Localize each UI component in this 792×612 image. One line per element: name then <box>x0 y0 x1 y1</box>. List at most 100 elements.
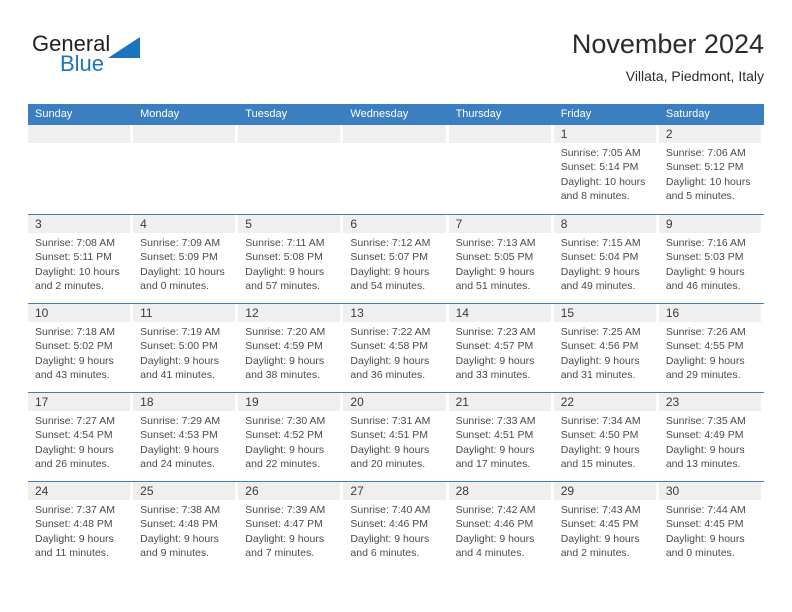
day-number-band: 30 <box>658 482 761 500</box>
day-cell-22[interactable]: 22 Sunrise: 7:34 AM Sunset: 4:50 PM Dayligh… <box>553 393 659 481</box>
day-info-line: and 20 minutes. <box>350 458 426 471</box>
day-sun-info: Sunrise: 7:09 AM Sunset: 5:09 PM Daylight:… <box>133 233 235 294</box>
day-info-line: and 43 minutes. <box>35 369 110 382</box>
day-number-band: 13 <box>343 304 446 322</box>
calendar-page: General Blue November 2024 Villata, Pied… <box>0 0 792 612</box>
day-cell-17[interactable]: 17 Sunrise: 7:27 AM Sunset: 4:54 PM Dayligh… <box>28 393 133 481</box>
day-cell-empty <box>28 125 133 214</box>
day-number-band: 19 <box>238 393 341 411</box>
day-cell-4[interactable]: 4 Sunrise: 7:09 AM Sunset: 5:09 PM Daylight… <box>133 215 238 303</box>
day-cell-30[interactable]: 30 Sunrise: 7:44 AM Sunset: 4:45 PM Dayligh… <box>658 482 764 570</box>
day-number: 27 <box>350 484 364 498</box>
day-sun-info: Sunrise: 7:05 AM Sunset: 5:14 PM Daylight:… <box>554 143 656 204</box>
day-cell-5[interactable]: 5 Sunrise: 7:11 AM Sunset: 5:08 PM Daylight… <box>238 215 343 303</box>
day-info-line: Sunrise: 7:37 AM <box>35 504 115 516</box>
day-cell-empty <box>448 125 554 214</box>
day-cell-7[interactable]: 7 Sunrise: 7:13 AM Sunset: 5:05 PM Daylight… <box>448 215 554 303</box>
day-info-line: Daylight: 10 hours <box>140 265 225 278</box>
day-cell-23[interactable]: 23 Sunrise: 7:35 AM Sunset: 4:49 PM Dayligh… <box>658 393 764 481</box>
day-number: 20 <box>350 395 364 409</box>
day-cell-19[interactable]: 19 Sunrise: 7:30 AM Sunset: 4:52 PM Dayligh… <box>238 393 343 481</box>
day-cell-14[interactable]: 14 Sunrise: 7:23 AM Sunset: 4:57 PM Dayligh… <box>448 304 554 392</box>
day-info-line: Sunrise: 7:08 AM <box>35 237 115 249</box>
day-info-line: Sunset: 4:57 PM <box>455 340 534 353</box>
day-cell-18[interactable]: 18 Sunrise: 7:29 AM Sunset: 4:53 PM Dayligh… <box>133 393 238 481</box>
day-info-line: Sunset: 4:47 PM <box>245 518 323 531</box>
day-cell-27[interactable]: 27 Sunrise: 7:40 AM Sunset: 4:46 PM Dayligh… <box>343 482 448 570</box>
day-cell-25[interactable]: 25 Sunrise: 7:38 AM Sunset: 4:48 PM Dayligh… <box>133 482 238 570</box>
day-cell-29[interactable]: 29 Sunrise: 7:43 AM Sunset: 4:45 PM Dayligh… <box>553 482 659 570</box>
day-cell-13[interactable]: 13 Sunrise: 7:22 AM Sunset: 4:58 PM Dayligh… <box>343 304 448 392</box>
day-info-line: Sunrise: 7:26 AM <box>665 326 746 338</box>
day-cell-10[interactable]: 10 Sunrise: 7:18 AM Sunset: 5:02 PM Dayligh… <box>28 304 133 392</box>
day-sun-info: Sunrise: 7:31 AM Sunset: 4:51 PM Daylight:… <box>343 411 445 472</box>
weekday-header-wednesday: Wednesday <box>350 108 409 120</box>
day-cell-6[interactable]: 6 Sunrise: 7:12 AM Sunset: 5:07 PM Daylight… <box>343 215 448 303</box>
day-info-line: Daylight: 9 hours <box>140 354 219 367</box>
day-sun-info: Sunrise: 7:26 AM Sunset: 4:55 PM Daylight:… <box>659 322 761 383</box>
day-number: 5 <box>245 217 252 231</box>
day-info-line: Daylight: 10 hours <box>560 175 646 188</box>
day-cell-1[interactable]: 1 Sunrise: 7:05 AM Sunset: 5:14 PM Daylight… <box>553 125 659 214</box>
day-cell-21[interactable]: 21 Sunrise: 7:33 AM Sunset: 4:51 PM Dayligh… <box>448 393 554 481</box>
day-number: 19 <box>245 395 259 409</box>
day-info-line: Sunset: 4:46 PM <box>350 518 429 531</box>
day-info-line: and 0 minutes. <box>665 547 735 560</box>
day-sun-info: Sunrise: 7:15 AM Sunset: 5:04 PM Daylight:… <box>554 233 656 294</box>
day-info-line: and 0 minutes. <box>140 280 210 293</box>
day-cell-3[interactable]: 3 Sunrise: 7:08 AM Sunset: 5:11 PM Daylight… <box>28 215 133 303</box>
day-cell-9[interactable]: 9 Sunrise: 7:16 AM Sunset: 5:03 PM Daylight… <box>658 215 764 303</box>
day-info-line: Sunrise: 7:44 AM <box>665 504 746 516</box>
day-info-line: Daylight: 9 hours <box>350 354 430 367</box>
day-cell-16[interactable]: 16 Sunrise: 7:26 AM Sunset: 4:55 PM Dayligh… <box>658 304 764 392</box>
day-sun-info: Sunrise: 7:23 AM Sunset: 4:57 PM Daylight:… <box>449 322 551 383</box>
day-info-line: Sunset: 5:02 PM <box>35 340 113 353</box>
day-cell-12[interactable]: 12 Sunrise: 7:20 AM Sunset: 4:59 PM Dayligh… <box>238 304 343 392</box>
day-cell-empty <box>133 125 238 214</box>
day-sun-info: Sunrise: 7:44 AM Sunset: 4:45 PM Daylight:… <box>659 500 761 561</box>
day-info-line: Sunrise: 7:18 AM <box>35 326 115 338</box>
triangle-logo-icon <box>108 37 140 58</box>
day-info-line: and 57 minutes. <box>245 280 320 293</box>
day-info-line: Daylight: 9 hours <box>350 443 430 456</box>
day-info-line: Sunrise: 7:39 AM <box>245 504 326 516</box>
day-sun-info: Sunrise: 7:43 AM Sunset: 4:45 PM Daylight:… <box>554 500 656 561</box>
day-cell-2[interactable]: 2 Sunrise: 7:06 AM Sunset: 5:12 PM Daylight… <box>658 125 764 214</box>
day-info-line: Daylight: 9 hours <box>665 443 745 456</box>
day-info-line: Daylight: 9 hours <box>455 443 535 456</box>
day-cell-11[interactable]: 11 Sunrise: 7:19 AM Sunset: 5:00 PM Dayligh… <box>133 304 238 392</box>
day-info-line: Sunset: 4:50 PM <box>560 429 639 442</box>
day-info-line: Sunset: 4:45 PM <box>560 518 639 531</box>
day-number-band: 26 <box>238 482 341 500</box>
day-number: 14 <box>455 306 469 320</box>
day-sun-info <box>133 143 235 146</box>
day-number-band <box>343 125 446 143</box>
day-info-line: and 17 minutes. <box>455 458 531 471</box>
day-info-line: and 15 minutes. <box>560 458 636 471</box>
day-info-line: Sunrise: 7:05 AM <box>560 147 641 159</box>
day-cell-20[interactable]: 20 Sunrise: 7:31 AM Sunset: 4:51 PM Dayligh… <box>343 393 448 481</box>
day-number-band: 9 <box>658 215 761 233</box>
day-cell-15[interactable]: 15 Sunrise: 7:25 AM Sunset: 4:56 PM Dayligh… <box>553 304 659 392</box>
day-info-line: Daylight: 9 hours <box>455 354 535 367</box>
day-number: 1 <box>560 127 568 141</box>
day-number: 18 <box>140 395 154 409</box>
day-sun-info: Sunrise: 7:13 AM Sunset: 5:05 PM Daylight:… <box>449 233 551 294</box>
day-info-line: and 5 minutes. <box>665 190 735 203</box>
day-number-band: 22 <box>553 393 656 411</box>
day-sun-info: Sunrise: 7:20 AM Sunset: 4:59 PM Daylight:… <box>238 322 340 383</box>
day-info-line: Sunset: 4:48 PM <box>140 518 218 531</box>
day-info-line: and 7 minutes. <box>245 547 315 560</box>
day-info-line: and 8 minutes. <box>560 190 630 203</box>
day-number-band: 20 <box>343 393 446 411</box>
brand-logo[interactable]: General Blue <box>32 32 162 84</box>
day-info-line: Daylight: 9 hours <box>35 354 114 367</box>
day-cell-24[interactable]: 24 Sunrise: 7:37 AM Sunset: 4:48 PM Dayligh… <box>28 482 133 570</box>
day-info-line: Daylight: 9 hours <box>665 354 745 367</box>
day-cell-28[interactable]: 28 Sunrise: 7:42 AM Sunset: 4:46 PM Dayligh… <box>448 482 554 570</box>
day-cell-8[interactable]: 8 Sunrise: 7:15 AM Sunset: 5:04 PM Daylight… <box>553 215 659 303</box>
day-cell-26[interactable]: 26 Sunrise: 7:39 AM Sunset: 4:47 PM Dayligh… <box>238 482 343 570</box>
day-info-line: Sunset: 5:14 PM <box>560 161 639 174</box>
day-number-band: 15 <box>553 304 656 322</box>
day-number: 2 <box>665 127 673 141</box>
